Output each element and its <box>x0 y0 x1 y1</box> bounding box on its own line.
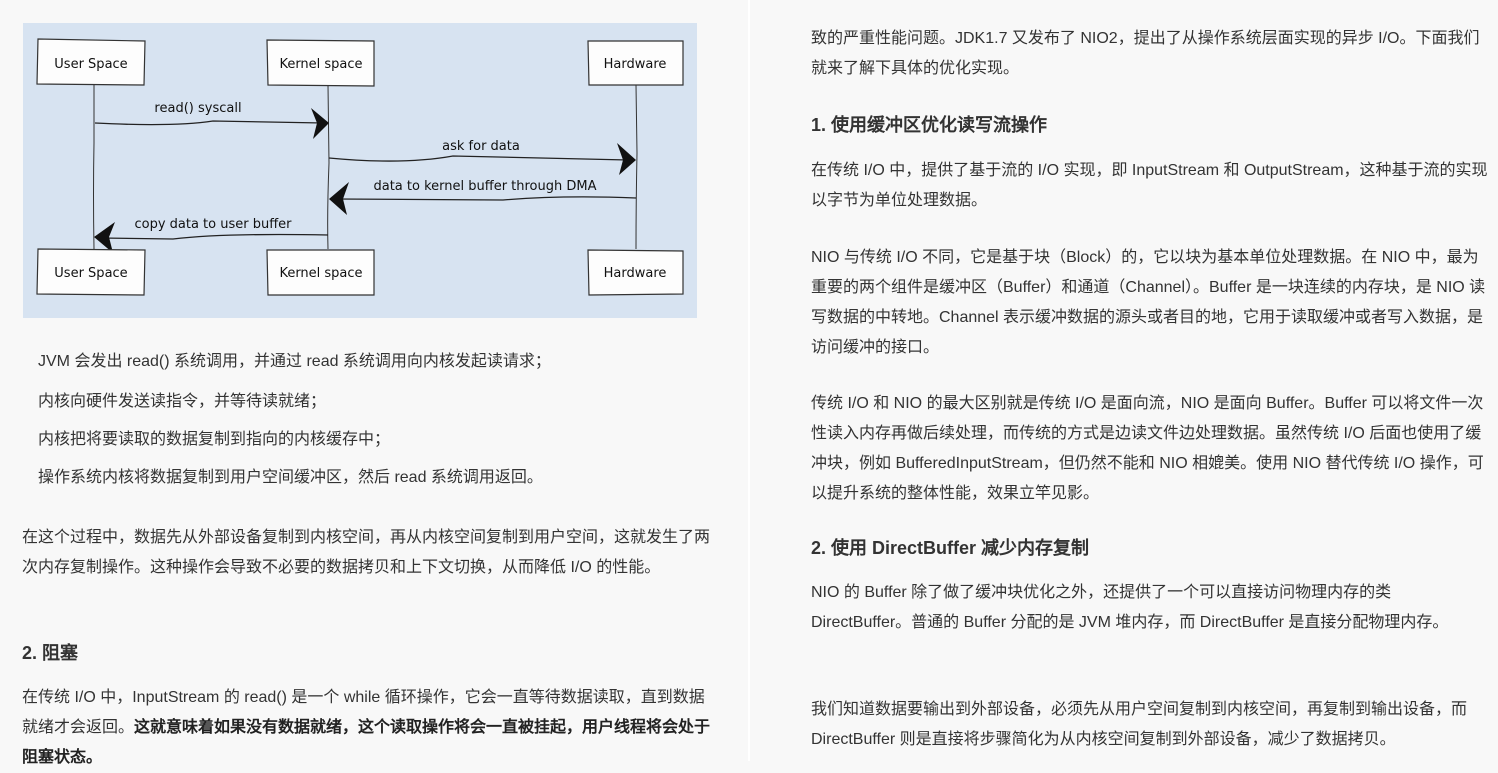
heading-blocking: 2. 阻塞 <box>22 643 79 663</box>
lifeline-user-space <box>93 85 95 250</box>
box-user-space-top: User Space <box>36 38 146 86</box>
box-kernel-space-top: Kernel space <box>266 39 375 87</box>
box-label: User Space <box>54 57 127 72</box>
stream-paragraph: 在传统 I/O 中，提供了基于流的 I/O 实现，即 InputStream 和… <box>811 162 1488 209</box>
message-read-syscall: read() syscall <box>94 101 329 139</box>
left-column: User Space Kernel space Hardware read() … <box>0 0 748 766</box>
box-hardware-bottom: Hardware <box>587 249 684 296</box>
box-hardware-top: Hardware <box>587 40 684 86</box>
box-label: Kernel space <box>279 57 362 72</box>
box-user-space-bottom: User Space <box>36 248 146 296</box>
nio-vs-io-paragraph: 传统 I/O 和 NIO 的最大区别就是传统 I/O 是面向流，NIO 是面向 … <box>811 395 1484 502</box>
message-copy-to-user-buffer: copy data to user buffer <box>94 217 329 253</box>
blocking-paragraph: 在传统 I/O 中，InputStream 的 read() 是一个 while… <box>22 683 712 773</box>
heading-buffer-optimization: 1. 使用缓冲区优化读写流操作 <box>811 115 1048 135</box>
output-device-paragraph: 我们知道数据要输出到外部设备，必须先从用户空间复制到内核空间，再复制到输出设备，… <box>811 701 1468 748</box>
message-ask-for-data: ask for data <box>328 139 636 175</box>
step-4: 操作系统内核将数据复制到用户空间缓冲区，然后 read 系统调用返回。 <box>38 469 543 486</box>
box-label: Kernel space <box>279 266 362 281</box>
box-label: User Space <box>54 266 127 281</box>
box-kernel-space-bottom: Kernel space <box>266 249 375 296</box>
step-3: 内核把将要读取的数据复制到指向的内核缓存中； <box>38 431 391 448</box>
right-column: 致的严重性能问题。JDK1.7 又发布了 NIO2，提出了从操作系统层面实现的异… <box>750 0 1498 761</box>
intro-paragraph: 致的严重性能问题。JDK1.7 又发布了 NIO2，提出了从操作系统层面实现的异… <box>811 30 1480 77</box>
lifeline-kernel-space <box>327 84 330 250</box>
heading-directbuffer: 2. 使用 DirectBuffer 减少内存复制 <box>811 538 1090 558</box>
message-label: data to kernel buffer through DMA <box>373 179 596 194</box>
message-label: read() syscall <box>154 101 241 116</box>
io-sequence-diagram: User Space Kernel space Hardware read() … <box>23 23 697 318</box>
message-data-to-kernel-buffer: data to kernel buffer through DMA <box>329 179 637 215</box>
step-1: JVM 会发出 read() 系统调用，并通过 read 系统调用向内核发起读请… <box>38 353 551 370</box>
directbuffer-paragraph: NIO 的 Buffer 除了做了缓冲块优化之外，还提供了一个可以直接访问物理内… <box>811 584 1449 631</box>
lifeline-hardware <box>635 84 638 250</box>
box-label: Hardware <box>604 266 667 281</box>
box-label: Hardware <box>604 57 667 72</box>
sequence-diagram-svg: User Space Kernel space Hardware read() … <box>36 38 684 296</box>
summary-paragraph: 在这个过程中，数据先从外部设备复制到内核空间，再从内核空间复制到用户空间，这就发… <box>22 529 711 576</box>
message-label: copy data to user buffer <box>134 217 292 232</box>
message-label: ask for data <box>442 139 520 154</box>
step-2: 内核向硬件发送读指令，并等待读就绪； <box>38 393 327 410</box>
nio-block-paragraph: NIO 与传统 I/O 不同，它是基于块（Block）的，它以块为基本单位处理数… <box>811 249 1486 356</box>
